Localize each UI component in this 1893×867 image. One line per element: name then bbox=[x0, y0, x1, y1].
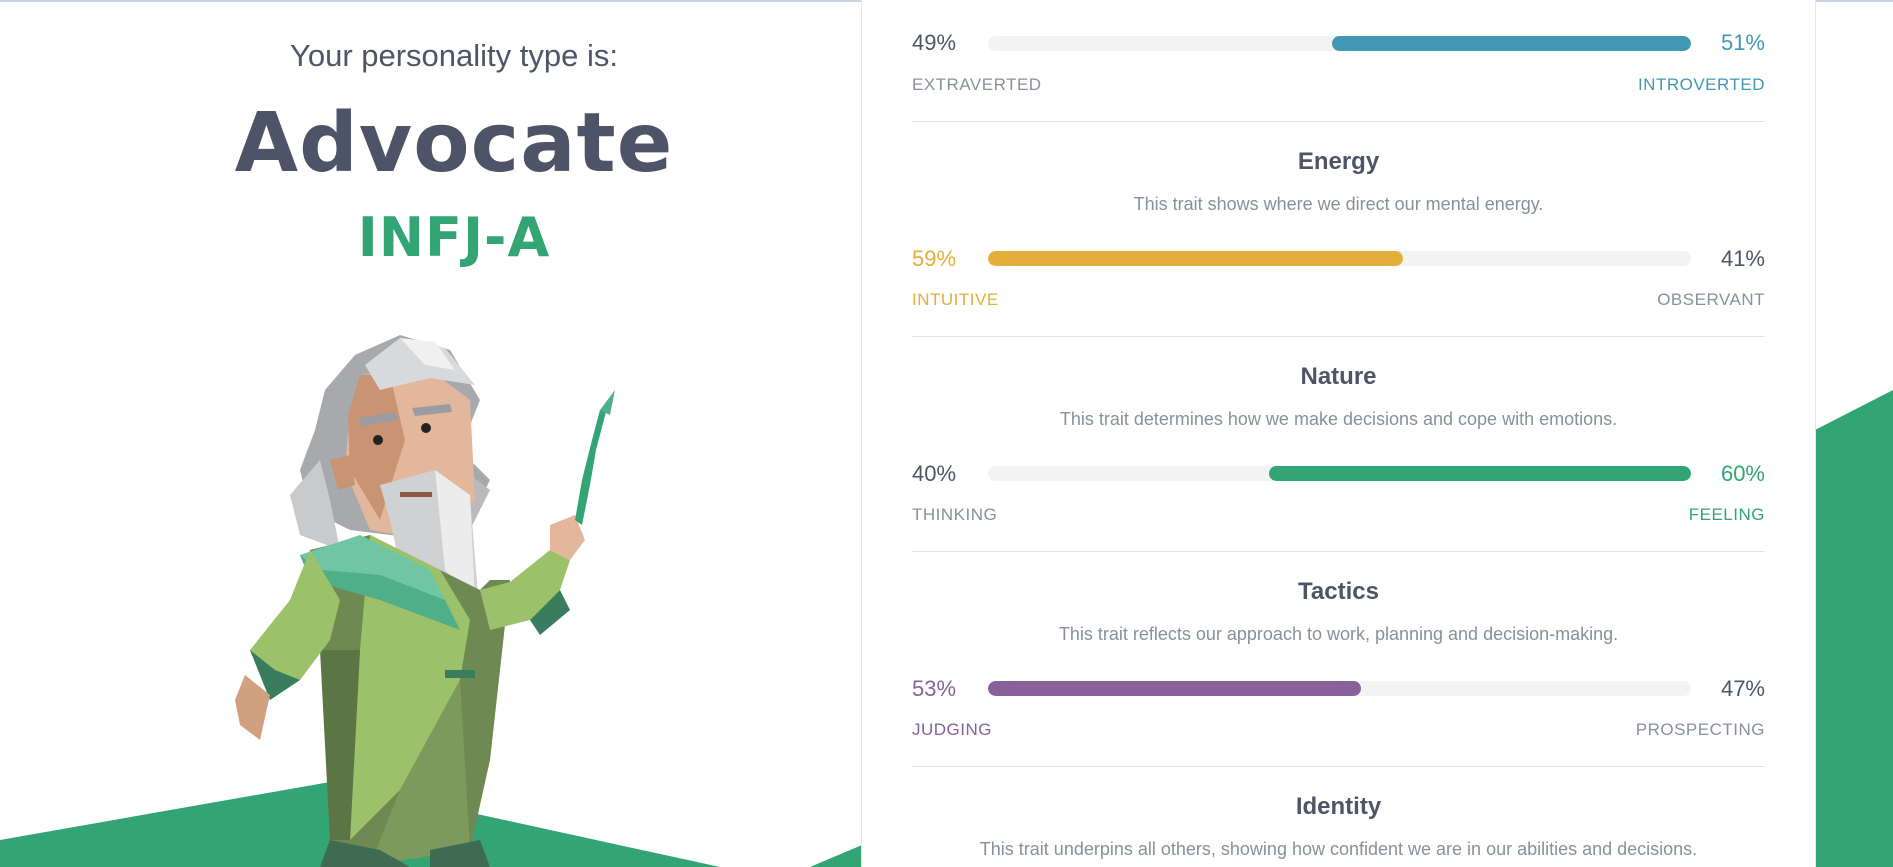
trait-mind-bar bbox=[988, 36, 1691, 51]
green-background-shape-right bbox=[1815, 390, 1893, 867]
result-intro: Your personality type is: bbox=[290, 38, 618, 73]
trait-left-label: INTUITIVE bbox=[912, 290, 999, 309]
trait-description: This trait shows where we direct our men… bbox=[1133, 194, 1544, 214]
trait-divider bbox=[912, 551, 1765, 552]
trait-description: This trait underpins all others, showing… bbox=[979, 839, 1698, 859]
trait-left-percent: 40% bbox=[912, 461, 957, 486]
trait-left-percent: 49% bbox=[912, 30, 957, 55]
trait-left-label: THINKING bbox=[912, 505, 998, 524]
trait-title: Nature bbox=[1300, 363, 1377, 390]
trait-nature: Nature This trait determines how we make… bbox=[912, 363, 1765, 553]
trait-right-percent: 51% bbox=[1720, 30, 1765, 55]
personality-type-code: INFJ-A bbox=[357, 206, 551, 269]
trait-left-label: EXTRAVERTED bbox=[912, 75, 1042, 94]
trait-right-percent: 47% bbox=[1720, 676, 1765, 701]
trait-left-percent: 53% bbox=[912, 676, 957, 701]
trait-energy: Energy This trait shows where we direct … bbox=[912, 148, 1765, 338]
trait-nature-bar bbox=[988, 466, 1691, 481]
trait-mind: 49% 51% EXTRAVERTED INTROVERTED bbox=[912, 0, 1765, 120]
trait-right-label: OBSERVANT bbox=[1657, 290, 1765, 309]
trait-title: Identity bbox=[1295, 793, 1382, 820]
trait-tactics-bar bbox=[988, 681, 1691, 696]
trait-right-label: INTROVERTED bbox=[1637, 75, 1765, 94]
trait-right-label: PROSPECTING bbox=[1635, 720, 1765, 739]
trait-divider bbox=[912, 336, 1765, 337]
trait-tactics: Tactics This trait reflects our approach… bbox=[912, 578, 1765, 768]
trait-right-percent: 60% bbox=[1720, 461, 1765, 486]
trait-identity: Identity This trait underpins all others… bbox=[912, 793, 1765, 867]
personality-type-name: Advocate bbox=[234, 96, 674, 191]
trait-nature-bar-fill bbox=[1269, 466, 1691, 481]
trait-mind-bar-fill bbox=[1332, 36, 1691, 51]
traits-panel: 49% 51% EXTRAVERTED INTROVERTED Energy T… bbox=[861, 0, 1816, 867]
trait-energy-bar bbox=[988, 251, 1691, 266]
trait-right-percent: 41% bbox=[1720, 246, 1765, 271]
trait-divider bbox=[912, 121, 1765, 122]
trait-description: This trait determines how we make decisi… bbox=[1059, 409, 1618, 429]
personality-summary: Your personality type is: Advocate INFJ-… bbox=[0, 0, 862, 867]
trait-description: This trait reflects our approach to work… bbox=[1058, 624, 1619, 644]
trait-energy-bar-fill bbox=[988, 251, 1403, 266]
trait-divider bbox=[912, 766, 1765, 767]
trait-right-label: FEELING bbox=[1688, 505, 1765, 524]
trait-title: Tactics bbox=[1298, 578, 1379, 605]
trait-left-percent: 59% bbox=[912, 246, 957, 271]
trait-title: Energy bbox=[1297, 148, 1380, 175]
trait-left-label: JUDGING bbox=[912, 720, 992, 739]
advocate-character-illustration bbox=[235, 335, 615, 867]
trait-tactics-bar-fill bbox=[988, 681, 1361, 696]
